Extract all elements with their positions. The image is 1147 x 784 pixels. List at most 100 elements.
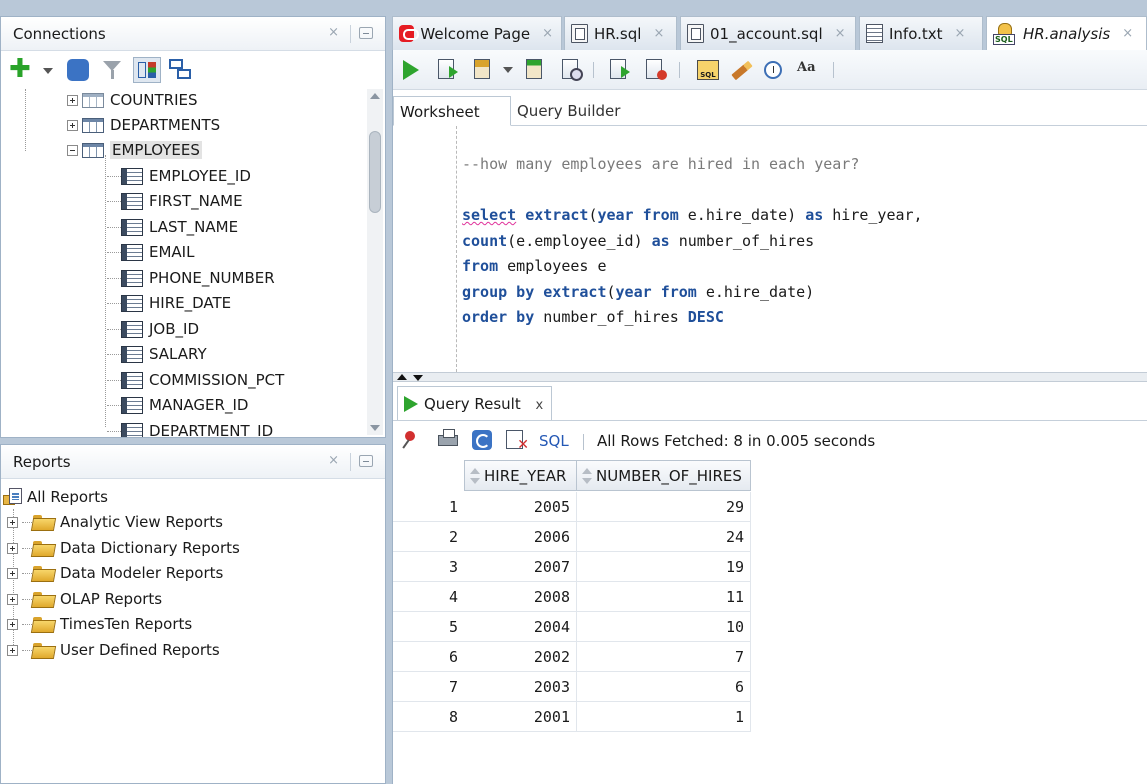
pin-icon[interactable]	[401, 429, 423, 451]
collapse-icon[interactable]	[67, 144, 78, 156]
tree-item-report-folder[interactable]: Data Modeler Reports	[7, 561, 223, 585]
table-row[interactable]: 7 2003 6	[393, 672, 751, 702]
refresh-icon[interactable]	[471, 429, 493, 451]
table-row[interactable]: 3 2007 19	[393, 552, 751, 582]
scrollbar-thumb[interactable]	[369, 131, 381, 213]
collapse-all-icon[interactable]	[169, 59, 193, 81]
sql-link[interactable]: SQL	[539, 432, 569, 450]
close-icon[interactable]: ×	[1122, 26, 1133, 41]
cell-number-of-hires[interactable]: 7	[577, 642, 751, 672]
close-icon[interactable]: x	[535, 398, 543, 413]
tree-item-report-folder[interactable]: OLAP Reports	[7, 587, 162, 611]
column-header-number-of-hires[interactable]: NUMBER_OF_HIRES	[576, 460, 751, 491]
cell-number-of-hires[interactable]: 1	[577, 702, 751, 732]
reports-minimize-icon[interactable]	[359, 455, 373, 467]
tab-query-result[interactable]: Query Result x	[397, 386, 553, 420]
rollback-icon[interactable]	[643, 58, 667, 82]
sort-icon[interactable]	[582, 467, 592, 484]
expand-icon[interactable]	[7, 542, 18, 554]
close-icon[interactable]: ×	[542, 26, 553, 41]
tab-hr-analysis[interactable]: HR.analysis ×	[986, 16, 1147, 50]
refresh-icon[interactable]	[67, 59, 89, 81]
tree-item-report-folder[interactable]: TimesTen Reports	[7, 612, 192, 636]
cell-number-of-hires[interactable]: 24	[577, 522, 751, 552]
column-item[interactable]: PHONE_NUMBER	[107, 266, 275, 290]
cell-hire-year[interactable]: 2007	[464, 552, 577, 582]
tree-item-report-folder[interactable]: Analytic View Reports	[7, 510, 223, 534]
chevron-down-icon[interactable]	[503, 67, 513, 73]
commit-icon[interactable]	[607, 58, 631, 82]
column-item[interactable]: DEPARTMENT_ID	[107, 419, 273, 437]
expand-icon[interactable]	[67, 119, 78, 131]
tree-item-report-folder[interactable]: User Defined Reports	[7, 638, 220, 662]
column-item[interactable]: LAST_NAME	[107, 215, 238, 239]
schema-browser-icon[interactable]	[133, 57, 161, 83]
cell-hire-year[interactable]: 2008	[464, 582, 577, 612]
connections-minimize-icon[interactable]	[359, 27, 373, 39]
table-row[interactable]: 4 2008 11	[393, 582, 751, 612]
reports-close-icon[interactable]: ×	[328, 453, 339, 468]
close-icon[interactable]: ×	[955, 26, 966, 41]
collapse-down-icon[interactable]	[413, 375, 423, 381]
table-row[interactable]: 8 2001 1	[393, 702, 751, 732]
clear-icon[interactable]	[729, 58, 753, 82]
print-icon[interactable]	[437, 429, 459, 451]
column-header-hire-year[interactable]: HIRE_YEAR	[464, 460, 577, 491]
tree-item-report-folder[interactable]: Data Dictionary Reports	[7, 536, 240, 560]
column-item[interactable]: JOB_ID	[107, 317, 199, 341]
cell-hire-year[interactable]: 2003	[464, 672, 577, 702]
collapse-up-icon[interactable]	[397, 374, 407, 380]
cancel-query-icon[interactable]	[505, 429, 529, 453]
table-row[interactable]: 2 2006 24	[393, 522, 751, 552]
history-icon[interactable]	[761, 58, 785, 82]
close-icon[interactable]: ×	[653, 26, 664, 41]
tree-item-departments[interactable]: DEPARTMENTS	[67, 113, 220, 137]
run-script-icon[interactable]	[435, 58, 459, 82]
scroll-up-icon[interactable]	[370, 93, 380, 99]
cell-number-of-hires[interactable]: 6	[577, 672, 751, 702]
cell-number-of-hires[interactable]: 19	[577, 552, 751, 582]
cell-number-of-hires[interactable]: 29	[577, 492, 751, 522]
query-zoom-icon[interactable]	[559, 58, 583, 82]
table-row[interactable]: 1 2005 29	[393, 492, 751, 522]
expand-icon[interactable]	[7, 516, 18, 528]
table-row[interactable]: 6 2002 7	[393, 642, 751, 672]
autotrace-icon[interactable]	[471, 58, 495, 82]
editor-result-splitter[interactable]	[393, 372, 1147, 382]
column-item[interactable]: FIRST_NAME	[107, 189, 243, 213]
sql-tuning-icon[interactable]: SQL	[695, 58, 719, 82]
cell-hire-year[interactable]: 2002	[464, 642, 577, 672]
tab-hr-sql[interactable]: HR.sql ×	[564, 16, 677, 50]
expand-icon[interactable]	[7, 567, 18, 579]
expand-icon[interactable]	[7, 618, 18, 630]
expand-icon[interactable]	[7, 644, 18, 656]
cell-number-of-hires[interactable]: 11	[577, 582, 751, 612]
explain-plan-icon[interactable]	[523, 58, 547, 82]
column-item[interactable]: EMAIL	[107, 240, 194, 264]
column-item[interactable]: MANAGER_ID	[107, 393, 248, 417]
tree-item-all-reports[interactable]: All Reports	[3, 485, 108, 509]
close-icon[interactable]: ×	[835, 26, 846, 41]
tab-01-account-sql[interactable]: 01_account.sql ×	[680, 16, 856, 50]
column-item[interactable]: SALARY	[107, 342, 207, 366]
connections-scrollbar[interactable]	[367, 89, 383, 435]
column-item[interactable]: COMMISSION_PCT	[107, 368, 284, 392]
tree-item-countries[interactable]: COUNTRIES	[67, 89, 198, 112]
sql-editor[interactable]: --how many employees are hired in each y…	[393, 126, 1147, 372]
connections-close-icon[interactable]: ×	[328, 25, 339, 40]
expand-icon[interactable]	[67, 94, 78, 106]
tab-welcome-page[interactable]: Welcome Page ×	[392, 16, 562, 50]
tree-item-employees[interactable]: EMPLOYEES	[67, 138, 202, 162]
column-item[interactable]: HIRE_DATE	[107, 291, 231, 315]
tab-query-builder[interactable]: Query Builder	[511, 96, 630, 126]
run-statement-icon[interactable]	[399, 58, 423, 82]
cell-hire-year[interactable]: 2004	[464, 612, 577, 642]
tab-worksheet[interactable]: Worksheet	[393, 96, 511, 126]
scroll-down-icon[interactable]	[370, 425, 380, 431]
chevron-down-icon[interactable]	[43, 68, 53, 74]
cell-number-of-hires[interactable]: 10	[577, 612, 751, 642]
sort-icon[interactable]	[470, 467, 480, 484]
format-text-icon[interactable]: Aa	[795, 58, 819, 82]
column-item[interactable]: EMPLOYEE_ID	[107, 164, 251, 188]
tab-info-txt[interactable]: Info.txt ×	[859, 16, 983, 50]
